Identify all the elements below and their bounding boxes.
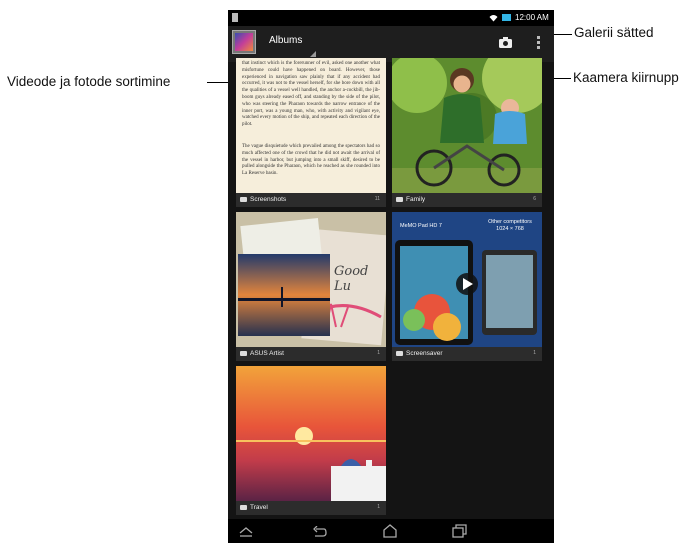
book-text-paragraph-1: that instinct which is the forerunner of… (242, 61, 380, 128)
status-bar: 12:00 AM (228, 10, 554, 26)
album-name: Family (406, 196, 426, 203)
folder-icon (240, 351, 247, 356)
callout-camera: Kaamera kiirnupp (573, 70, 679, 85)
album-count: 1 (377, 350, 380, 356)
album-count: 6 (533, 196, 536, 202)
back-icon[interactable] (311, 526, 327, 538)
album-travel[interactable]: Travel 1 (236, 366, 386, 515)
notification-icon (232, 13, 238, 22)
artist-handwriting: Good Lu (334, 264, 369, 294)
tablet-screen: 12:00 AM Albums that instinct which is t… (228, 10, 554, 543)
folder-icon (396, 351, 403, 356)
album-thumbnail: Good Lu (236, 212, 386, 347)
navigation-bar (228, 519, 554, 543)
album-count: 11 (374, 196, 380, 202)
screensaver-subtitle: Other competitors 1024 × 768 (488, 219, 532, 232)
folder-icon (396, 197, 403, 202)
album-count: 1 (377, 504, 380, 510)
album-thumbnail (236, 366, 386, 501)
album-thumbnail: that instinct which is the forerunner of… (236, 58, 386, 193)
album-name: Travel (250, 504, 268, 511)
album-name: Screenshots (250, 196, 287, 203)
album-family[interactable]: Family 6 (392, 58, 542, 207)
album-count: 1 (533, 350, 536, 356)
wifi-icon (489, 15, 498, 22)
album-screenshots[interactable]: that instinct which is the forerunner of… (236, 58, 386, 207)
album-thumbnail (392, 58, 542, 193)
album-name: ASUS Artist (250, 350, 284, 357)
app-thumbnail-icon[interactable] (232, 30, 256, 54)
battery-icon (502, 14, 511, 21)
album-caption: Travel 1 (236, 501, 386, 515)
album-screensaver[interactable]: MeMO Pad HD 7 Other competitors 1024 × 7… (392, 212, 542, 361)
album-name: Screensaver (406, 350, 443, 357)
album-asus-artist[interactable]: Good Lu ASUS Artist 1 (236, 212, 386, 361)
album-thumbnail: MeMO Pad HD 7 Other competitors 1024 × 7… (392, 212, 542, 347)
album-caption: Screensaver 1 (392, 347, 542, 361)
action-bar: Albums (228, 26, 554, 62)
dropdown-indicator-icon (310, 51, 316, 57)
camera-icon[interactable] (499, 37, 512, 48)
sort-albums-dropdown[interactable]: Albums (269, 35, 302, 46)
album-caption: ASUS Artist 1 (236, 347, 386, 361)
status-time: 12:00 AM (515, 13, 549, 22)
home-icon[interactable] (382, 524, 398, 538)
folder-icon (240, 505, 247, 510)
book-text-paragraph-2: The vague disquietude which prevailed am… (242, 144, 380, 177)
overflow-menu-icon[interactable] (537, 36, 540, 50)
album-caption: Family 6 (392, 193, 542, 207)
folder-icon (240, 197, 247, 202)
callout-gallery-settings: Galerii sätted (574, 25, 654, 40)
callout-sort: Videode ja fotode sortimine (7, 74, 171, 89)
album-caption: Screenshots 11 (236, 193, 386, 207)
hide-keyboard-icon[interactable] (238, 527, 254, 537)
screensaver-title: MeMO Pad HD 7 (400, 223, 442, 229)
recent-apps-icon[interactable] (452, 524, 468, 538)
